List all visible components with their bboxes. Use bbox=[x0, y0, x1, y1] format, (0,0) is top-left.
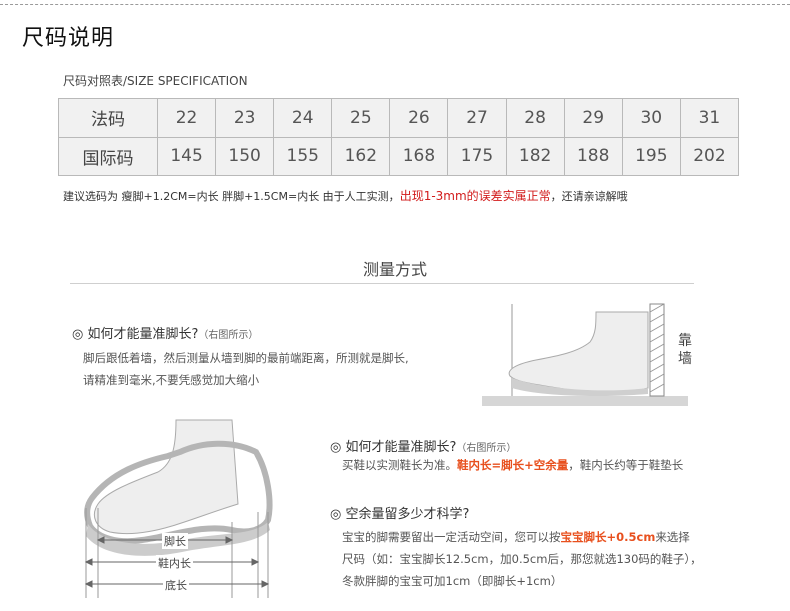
foot-wall-illustration bbox=[482, 303, 688, 406]
q3-line1-text: 宝宝的脚需要留出一定活动空间，您可以按 bbox=[342, 530, 561, 544]
size-cell: 162 bbox=[331, 136, 391, 176]
page-title: 尺码说明 bbox=[22, 26, 115, 51]
sole-length-label: 底长 bbox=[163, 577, 189, 593]
q3-line: 宝宝的脚需要留出一定活动空间，您可以按宝宝脚长+0.5cm来选择 bbox=[342, 526, 702, 548]
size-cell: 155 bbox=[273, 136, 333, 176]
size-cell: 23 bbox=[215, 98, 275, 138]
size-cell: 26 bbox=[389, 98, 449, 138]
size-cell: 188 bbox=[563, 136, 623, 176]
q1-line: 脚后跟低着墙，然后测量从墙到脚的最前端距离，所测就是脚长, bbox=[83, 351, 409, 365]
size-cell: 168 bbox=[389, 136, 449, 176]
q2-highlight: 鞋内长=脚长+空余量 bbox=[457, 458, 569, 472]
q3-line: 冬款胖脚的宝宝可加1cm（即脚长+1cm） bbox=[342, 574, 563, 588]
note-tail: ，还请亲谅解哦 bbox=[550, 190, 628, 203]
inner-length-label: 鞋内长 bbox=[156, 555, 193, 571]
size-cell: 27 bbox=[447, 98, 507, 138]
size-advice-note: 建议选码为 瘦脚+1.2CM=内长 胖脚+1.5CM=内长 由于人工实测，出现1… bbox=[63, 187, 628, 204]
table-caption: 尺码对照表/SIZE SPECIFICATION bbox=[63, 74, 248, 88]
q1-line: 请精准到毫米,不要凭感觉加大缩小 bbox=[83, 373, 260, 387]
size-cell: 195 bbox=[621, 136, 681, 176]
q3-line1-tail: 来选择 bbox=[655, 530, 690, 544]
q3-line: 尺码（如：宝宝脚长12.5cm，加0.5cm后，那您就选130码的鞋子）， bbox=[342, 552, 702, 566]
q2-paragraph: 买鞋以实测鞋长为准。鞋内长=脚长+空余量，鞋内长约等于鞋垫长 bbox=[342, 454, 683, 476]
note-highlight: 出现1-3mm的误差实属正常 bbox=[399, 189, 551, 203]
size-cell: 28 bbox=[505, 98, 565, 138]
q1-title-text: ◎ 如何才能量准脚长? bbox=[72, 327, 199, 342]
table-row: 国际码 145 150 155 162 168 175 182 188 195 … bbox=[58, 136, 740, 176]
q3-title: ◎ 空余量留多少才科学? bbox=[330, 507, 470, 522]
size-cell: 25 bbox=[331, 98, 391, 138]
q3-highlight: 宝宝脚长+0.5cm bbox=[560, 530, 656, 544]
top-dashed-divider bbox=[0, 4, 790, 5]
table-row: 法码 22 23 24 25 26 27 28 29 30 31 bbox=[58, 98, 740, 138]
size-cell: 175 bbox=[447, 136, 507, 176]
q3-paragraph: 宝宝的脚需要留出一定活动空间，您可以按宝宝脚长+0.5cm来选择 尺码（如：宝宝… bbox=[342, 526, 702, 592]
q1-title: ◎ 如何才能量准脚长?（右图所示） bbox=[72, 323, 258, 342]
size-cell: 150 bbox=[215, 136, 275, 176]
q1-paragraph: 脚后跟低着墙，然后测量从墙到脚的最前端距离，所测就是脚长, 请精准到毫米,不要凭… bbox=[83, 347, 409, 391]
note-text: 建议选码为 瘦脚+1.2CM=内长 胖脚+1.5CM=内长 由于人工实测， bbox=[63, 190, 400, 203]
size-cell: 29 bbox=[563, 98, 623, 138]
q2-text: 买鞋以实测鞋长为准。 bbox=[342, 458, 457, 472]
size-cell: 24 bbox=[273, 98, 333, 138]
size-cell: 182 bbox=[505, 136, 565, 176]
size-cell: 22 bbox=[156, 98, 217, 138]
q2-tail: ，鞋内长约等于鞋垫长 bbox=[568, 458, 684, 472]
row-label: 法码 bbox=[58, 98, 158, 138]
size-table: 法码 22 23 24 25 26 27 28 29 30 31 国际码 145… bbox=[58, 98, 740, 176]
section-divider bbox=[70, 283, 694, 284]
foot-length-label: 脚长 bbox=[162, 533, 188, 549]
row-label: 国际码 bbox=[58, 136, 158, 176]
q1-sub: （右图所示） bbox=[198, 330, 259, 341]
size-cell: 202 bbox=[679, 136, 740, 176]
section-title: 测量方式 bbox=[362, 260, 427, 279]
size-cell: 30 bbox=[621, 98, 681, 138]
size-cell: 145 bbox=[156, 136, 217, 176]
q2-title-text: ◎ 如何才能量准脚长? bbox=[330, 440, 457, 455]
q2-sub: （右图所示） bbox=[456, 443, 517, 454]
size-cell: 31 bbox=[679, 98, 740, 138]
q2-title: ◎ 如何才能量准脚长?（右图所示） bbox=[330, 436, 516, 455]
shoe-measure-illustration bbox=[84, 419, 273, 598]
wall-label: 靠墙 bbox=[678, 333, 692, 367]
